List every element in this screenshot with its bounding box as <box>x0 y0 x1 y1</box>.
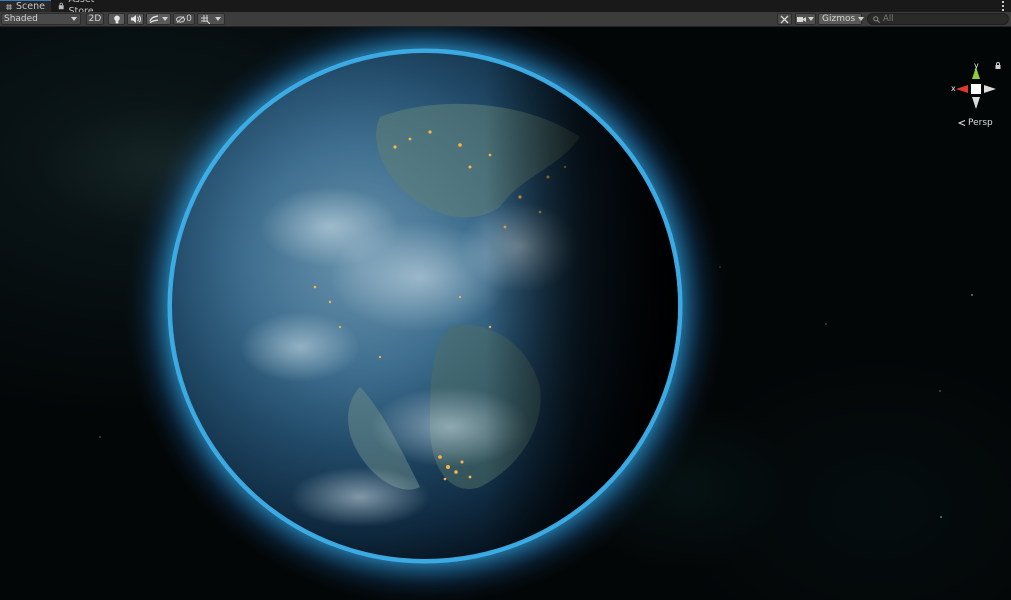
chevron-down-icon <box>215 17 222 21</box>
hierarchy-search-input[interactable]: All <box>867 13 1009 25</box>
tab-scene-label: Scene <box>16 0 45 12</box>
y-axis-label: y <box>974 61 979 70</box>
bag-icon <box>58 2 64 10</box>
chevron-down-icon <box>808 17 814 21</box>
tools-button[interactable] <box>777 13 792 25</box>
lock-icon[interactable] <box>995 62 1001 69</box>
camera-settings-dropdown[interactable] <box>795 13 816 25</box>
x-axis-cone <box>956 85 968 93</box>
chevron-down-icon <box>162 17 169 21</box>
earth-surface <box>172 53 678 559</box>
scene-render <box>99 27 973 600</box>
chevron-down-icon <box>858 17 865 21</box>
gizmos-label: Gizmos <box>822 14 856 24</box>
draw-mode-value: Shaded <box>4 14 38 24</box>
2d-toggle-label: 2D <box>88 14 102 24</box>
grid-snap-icon <box>200 14 210 24</box>
effects-icon <box>149 15 158 23</box>
draw-mode-dropdown[interactable]: Shaded <box>1 13 81 25</box>
eye-slash-icon <box>176 15 186 23</box>
lighting-toggle-button[interactable] <box>108 13 125 25</box>
effects-dropdown[interactable] <box>146 13 171 25</box>
search-icon <box>873 15 880 23</box>
x-axis-label: x <box>951 84 956 93</box>
tab-bar: Scene Asset Store <box>0 0 1011 17</box>
grid-icon <box>6 3 13 10</box>
lightbulb-icon <box>113 15 120 23</box>
tab-scene[interactable]: Scene <box>0 0 51 12</box>
perspective-icon <box>958 120 966 126</box>
grid-snapping-dropdown[interactable] <box>197 13 225 25</box>
2d-toggle-button[interactable]: 2D <box>86 13 104 25</box>
camera-icon <box>797 16 806 22</box>
hidden-objects-toggle[interactable]: 0 <box>173 13 195 25</box>
scene-toolbar: Shaded 2D 0 Gizmos All <box>0 12 1011 27</box>
chevron-down-icon <box>71 17 77 21</box>
tab-asset-store[interactable]: Asset Store <box>52 0 118 17</box>
projection-toggle[interactable]: Persp <box>958 118 993 128</box>
more-options-icon[interactable] <box>1001 1 1005 11</box>
gizmos-dropdown[interactable]: Gizmos <box>818 13 865 25</box>
scene-viewport[interactable]: x y Persp <box>0 27 1011 600</box>
projection-label: Persp <box>968 118 993 128</box>
center-cube <box>971 84 981 94</box>
search-placeholder: All <box>883 14 894 24</box>
audio-toggle-button[interactable] <box>127 13 144 25</box>
tools-icon <box>780 15 789 23</box>
hidden-count: 0 <box>186 14 192 24</box>
speaker-icon <box>130 15 141 23</box>
